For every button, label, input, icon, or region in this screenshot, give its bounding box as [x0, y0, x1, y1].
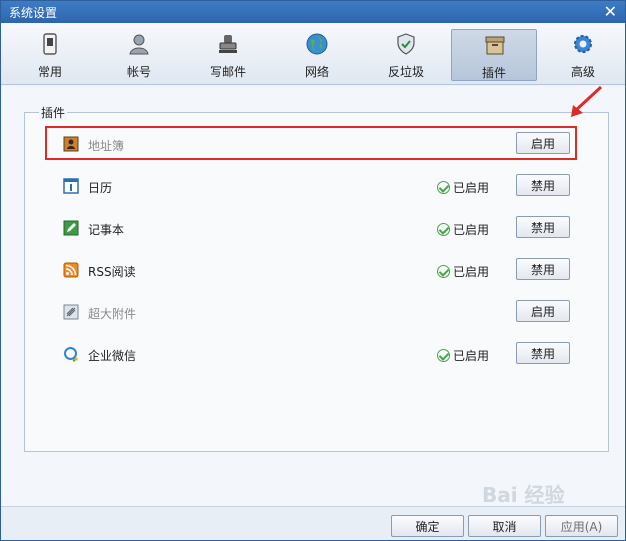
tab-network[interactable]: 网络 — [274, 29, 360, 81]
gear-icon — [574, 35, 592, 53]
calendar-icon — [63, 178, 79, 194]
tab-label: 高级 — [570, 65, 595, 79]
tab-compose[interactable]: 写邮件 — [185, 29, 271, 81]
tab-label: 写邮件 — [209, 65, 246, 79]
plugin-row-notepad: 记事本 已启用 禁用 — [39, 216, 599, 240]
disable-button[interactable]: 禁用 — [516, 216, 570, 238]
stamp-icon — [219, 35, 237, 53]
plugin-row-rss: RSS阅读 已启用 禁用 — [39, 258, 599, 282]
tab-label: 网络 — [304, 65, 329, 79]
plugin-name: 记事本 — [88, 223, 125, 237]
check-icon — [437, 223, 450, 236]
status-enabled: 已启用 — [437, 347, 489, 364]
tab-advanced[interactable]: 高级 — [540, 29, 626, 81]
disable-button[interactable]: 禁用 — [516, 174, 570, 196]
tab-label: 反垃圾 — [387, 65, 424, 79]
group-label: 插件 — [39, 104, 68, 121]
status-enabled: 已启用 — [437, 221, 489, 238]
footer-bar: 确定 取消 应用(A) — [1, 506, 625, 540]
window-title: 系统设置 — [9, 6, 58, 20]
watermark-text: Bai 经验 — [482, 483, 565, 507]
plugin-name: RSS阅读 — [88, 265, 136, 279]
plugins-panel: 插件 地址簿 启用 日历 已启用 禁用 记事本 已启用 禁用 RSS阅读 已启用… — [1, 86, 625, 506]
disable-button[interactable]: 禁用 — [516, 258, 570, 280]
shield-icon — [397, 33, 415, 55]
phone-icon — [43, 33, 57, 55]
tab-general[interactable]: 常用 — [7, 29, 93, 81]
notepad-icon — [63, 220, 79, 236]
check-icon — [437, 349, 450, 362]
plugin-row-large-attachment: 超大附件 启用 — [39, 300, 599, 324]
attachment-icon — [63, 304, 79, 320]
rss-icon — [63, 262, 79, 278]
plugin-row-wecom: 企业微信 已启用 禁用 — [39, 342, 599, 366]
globe-icon — [306, 33, 328, 55]
plugin-row-calendar: 日历 已启用 禁用 — [39, 174, 599, 198]
tab-label: 帐号 — [126, 65, 151, 79]
tab-plugins[interactable]: 插件 — [451, 29, 537, 81]
tab-antispam[interactable]: 反垃圾 — [363, 29, 449, 81]
check-icon — [437, 265, 450, 278]
plugin-name: 日历 — [88, 181, 113, 195]
apply-button[interactable]: 应用(A) — [545, 515, 618, 537]
settings-window: 系统设置 ✕ 常用 帐号 写邮件 网络 反垃圾 插件 高级 插件 地址簿 启用 … — [0, 0, 626, 541]
ok-button[interactable]: 确定 — [391, 515, 464, 537]
box-icon — [485, 36, 505, 55]
disable-button[interactable]: 禁用 — [516, 342, 570, 364]
highlight-box — [45, 126, 577, 160]
close-icon[interactable]: ✕ — [604, 2, 617, 22]
wecom-icon — [64, 347, 78, 362]
settings-tabs: 常用 帐号 写邮件 网络 反垃圾 插件 高级 — [1, 23, 625, 85]
status-enabled: 已启用 — [437, 263, 489, 280]
tab-label: 常用 — [37, 65, 62, 79]
enable-button[interactable]: 启用 — [516, 300, 570, 322]
tab-label: 插件 — [481, 66, 506, 80]
user-icon — [129, 34, 149, 55]
plugin-name: 企业微信 — [88, 349, 137, 363]
status-enabled: 已启用 — [437, 179, 489, 196]
annotation-arrow-icon — [571, 85, 603, 117]
title-bar: 系统设置 ✕ — [1, 1, 625, 23]
plugin-name: 超大附件 — [88, 307, 137, 321]
cancel-button[interactable]: 取消 — [468, 515, 541, 537]
plugins-group: 插件 — [24, 104, 609, 452]
check-icon — [437, 181, 450, 194]
tab-account[interactable]: 帐号 — [96, 29, 182, 81]
